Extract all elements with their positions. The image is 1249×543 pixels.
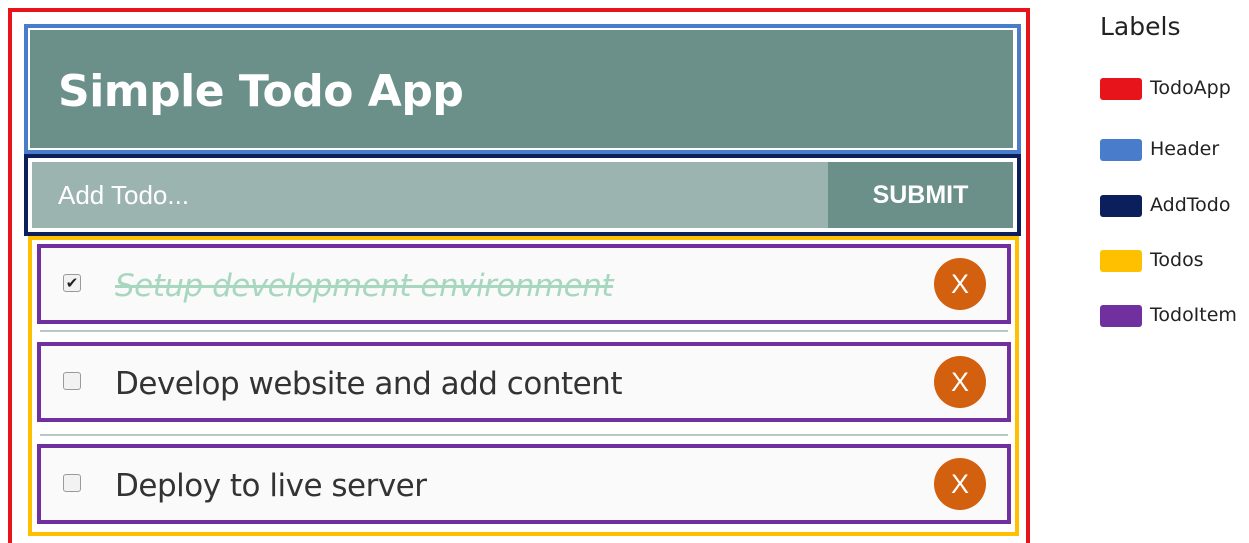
legend-title: Labels [1100,12,1181,41]
todo-checkbox[interactable]: ✔ [63,274,81,292]
legend-label: TodoItem [1150,304,1237,326]
delete-button[interactable]: X [934,458,986,510]
legend-swatch [1100,305,1142,327]
todo-text: Setup development environment [115,268,614,304]
legend-swatch [1100,195,1142,217]
legend-label: Todos [1150,249,1204,271]
legend-swatch [1100,250,1142,272]
item-separator [40,330,1008,332]
app-title: Simple Todo App [58,66,464,117]
item-separator [40,434,1008,436]
legend-label: Header [1150,138,1220,160]
add-todo-input[interactable] [32,162,828,228]
delete-button[interactable]: X [934,356,986,408]
legend-label: TodoApp [1150,77,1231,99]
todo-item: Develop website and add content X [37,342,1011,422]
legend-label: AddTodo [1150,194,1231,216]
todo-text: Develop website and add content [115,366,623,402]
todo-checkbox[interactable] [63,474,81,492]
legend-swatch [1100,139,1142,161]
legend-swatch [1100,78,1142,100]
todo-item: Deploy to live server X [37,444,1011,524]
todo-checkbox[interactable] [63,372,81,390]
submit-button[interactable]: SUBMIT [828,162,1013,228]
todo-item: ✔ Setup development environment X [37,244,1011,324]
todo-text: Deploy to live server [115,468,427,504]
delete-button[interactable]: X [934,258,986,310]
